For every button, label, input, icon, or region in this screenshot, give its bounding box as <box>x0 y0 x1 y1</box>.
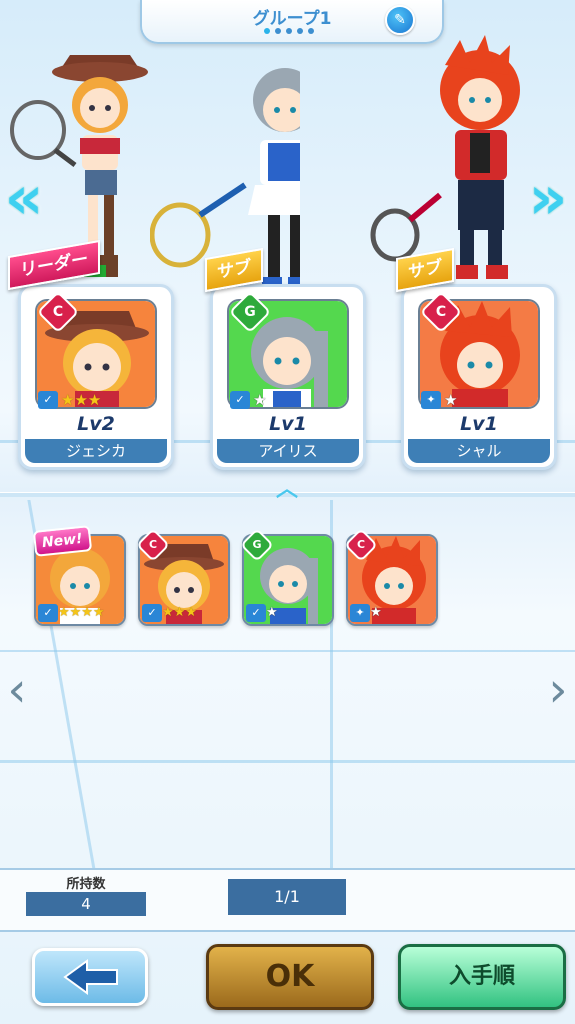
star-rating: ★ <box>266 605 278 620</box>
star-rating: ★★★★ <box>58 605 105 620</box>
chevron-left-icon: ‹ <box>7 662 27 718</box>
racket-type-icon: ✓ <box>38 391 58 409</box>
star-rating: ★ <box>370 605 382 620</box>
collapse-toggle[interactable]: ︿ <box>262 478 312 502</box>
edit-group-name-button[interactable]: ✎ <box>385 5 415 35</box>
team-card-sub-1[interactable]: G ✓ ★ Lv1 アイリス <box>210 284 366 470</box>
owned-count-label: 所持数 <box>66 877 106 892</box>
list-prev-arrow[interactable]: ‹ <box>4 660 30 720</box>
racket-type-icon: ✓ <box>230 391 250 409</box>
star-rating: ★★★ <box>162 605 197 620</box>
chevron-right-icon: › <box>548 662 568 718</box>
page-dot-4 <box>297 28 303 34</box>
team-card-sub-2[interactable]: C ✦ ★ Lv1 シャル <box>401 284 557 470</box>
racket-type-icon: ✦ <box>350 604 370 622</box>
star-rating: ★ <box>253 391 267 409</box>
team-level: Lv1 <box>269 413 307 435</box>
racket-type-icon: ✓ <box>142 604 162 622</box>
racket-type-icon: ✓ <box>246 604 266 622</box>
team-name: アイリス <box>217 439 359 463</box>
ok-button[interactable]: OK <box>206 944 374 1010</box>
double-chevron-right-icon: » <box>528 163 568 233</box>
owned-count-value: 4 <box>26 892 146 916</box>
team-card-leader[interactable]: C ✓ ★★★ Lv2 ジェシカ <box>18 284 174 470</box>
back-button[interactable] <box>32 948 148 1006</box>
page-indicator: 1/1 <box>228 879 346 915</box>
next-group-arrow[interactable]: » <box>528 168 568 228</box>
team-level: Lv2 <box>77 413 115 435</box>
page-dot-5 <box>308 28 314 34</box>
pencil-icon: ✎ <box>394 12 406 28</box>
sort-acquired-button[interactable]: 入手順 <box>398 944 566 1010</box>
team-name: シャル <box>408 439 550 463</box>
racket-type-icon: ✦ <box>421 391 441 409</box>
hero-character-3 <box>370 35 520 279</box>
double-chevron-up-icon: ︿ <box>275 477 298 502</box>
page-dot-3 <box>286 28 292 34</box>
list-next-arrow[interactable]: › <box>545 660 571 720</box>
racket-type-icon: ✓ <box>38 604 58 622</box>
page-dot-2 <box>275 28 281 34</box>
star-rating: ★ <box>444 391 458 409</box>
team-name: ジェシカ <box>25 439 167 463</box>
star-rating: ★★★ <box>61 391 102 409</box>
arrow-left-icon <box>63 959 118 995</box>
team-level: Lv1 <box>460 413 498 435</box>
page-dot-1 <box>264 28 270 34</box>
